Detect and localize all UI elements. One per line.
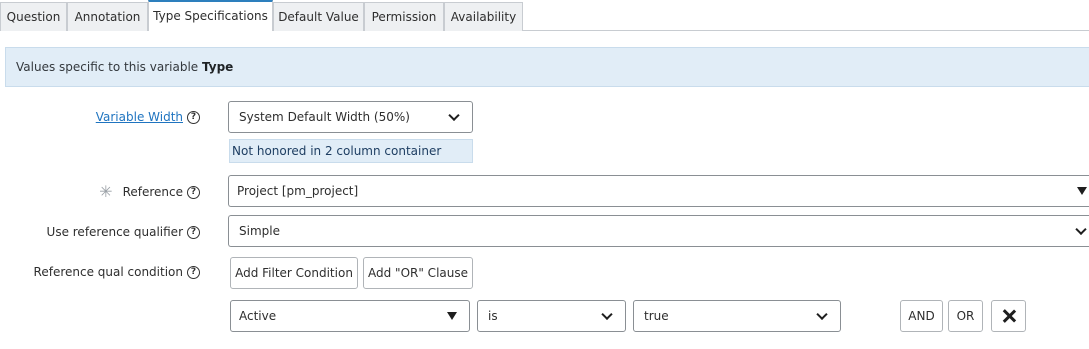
- tab-bar: Question Annotation Type Specifications …: [0, 0, 1089, 31]
- info-banner: Values specific to this variable Type: [5, 47, 1089, 87]
- variable-width-note: Not honored in 2 column container: [229, 139, 473, 163]
- chevron-down-icon: [816, 308, 828, 321]
- dropdown-arrow-icon: [1077, 187, 1087, 195]
- close-icon: [1002, 309, 1016, 323]
- and-button[interactable]: AND: [900, 300, 943, 332]
- tab-question[interactable]: Question: [0, 2, 67, 31]
- chevron-down-icon: [601, 308, 613, 321]
- condition-field-value: Active: [239, 309, 277, 323]
- condition-field-select[interactable]: Active: [230, 300, 470, 332]
- use-reference-qualifier-label: Use reference qualifier ?: [0, 222, 200, 242]
- help-icon[interactable]: ?: [187, 225, 200, 239]
- tab-permission[interactable]: Permission: [364, 2, 444, 31]
- dropdown-arrow-icon: [447, 312, 457, 320]
- variable-width-label: Variable Width ?: [0, 107, 200, 127]
- tab-default-value[interactable]: Default Value: [273, 2, 364, 31]
- banner-bold-text: Type: [201, 60, 234, 74]
- use-reference-qualifier-select[interactable]: Simple: [228, 215, 1089, 247]
- add-filter-condition-button[interactable]: Add Filter Condition: [230, 257, 358, 289]
- reference-label: ✳ Reference ?: [0, 182, 200, 202]
- reference-value: Project [pm_project]: [237, 184, 359, 198]
- tab-type-specifications[interactable]: Type Specifications: [148, 0, 273, 31]
- variable-width-value: System Default Width (50%): [239, 110, 410, 124]
- chevron-down-icon: [1075, 223, 1087, 236]
- banner-text: Values specific to this variable: [16, 60, 202, 74]
- condition-operator-value: is: [488, 309, 498, 323]
- tab-annotation[interactable]: Annotation: [67, 2, 148, 31]
- reference-qual-condition-label: Reference qual condition ?: [0, 262, 200, 282]
- condition-operator-select[interactable]: is: [477, 300, 626, 332]
- condition-value-select[interactable]: true: [633, 300, 841, 332]
- use-reference-qualifier-value: Simple: [239, 224, 280, 238]
- delete-condition-button[interactable]: [991, 300, 1026, 332]
- reference-qual-condition-label-text: Reference qual condition: [33, 265, 183, 279]
- help-icon[interactable]: ?: [187, 185, 200, 199]
- reference-select[interactable]: Project [pm_project]: [228, 175, 1089, 207]
- required-asterisk-icon: ✳: [99, 182, 113, 201]
- variable-width-select[interactable]: System Default Width (50%): [228, 101, 473, 133]
- variable-width-link[interactable]: Variable Width: [96, 110, 183, 124]
- help-icon[interactable]: ?: [187, 110, 200, 124]
- chevron-down-icon: [448, 109, 460, 122]
- tab-availability[interactable]: Availability: [444, 2, 523, 31]
- use-reference-qualifier-label-text: Use reference qualifier: [46, 225, 183, 239]
- or-button[interactable]: OR: [948, 300, 983, 332]
- add-or-clause-button[interactable]: Add "OR" Clause: [363, 257, 473, 289]
- condition-value-value: true: [644, 309, 669, 323]
- help-icon[interactable]: ?: [187, 265, 200, 279]
- reference-label-text: Reference: [122, 185, 183, 199]
